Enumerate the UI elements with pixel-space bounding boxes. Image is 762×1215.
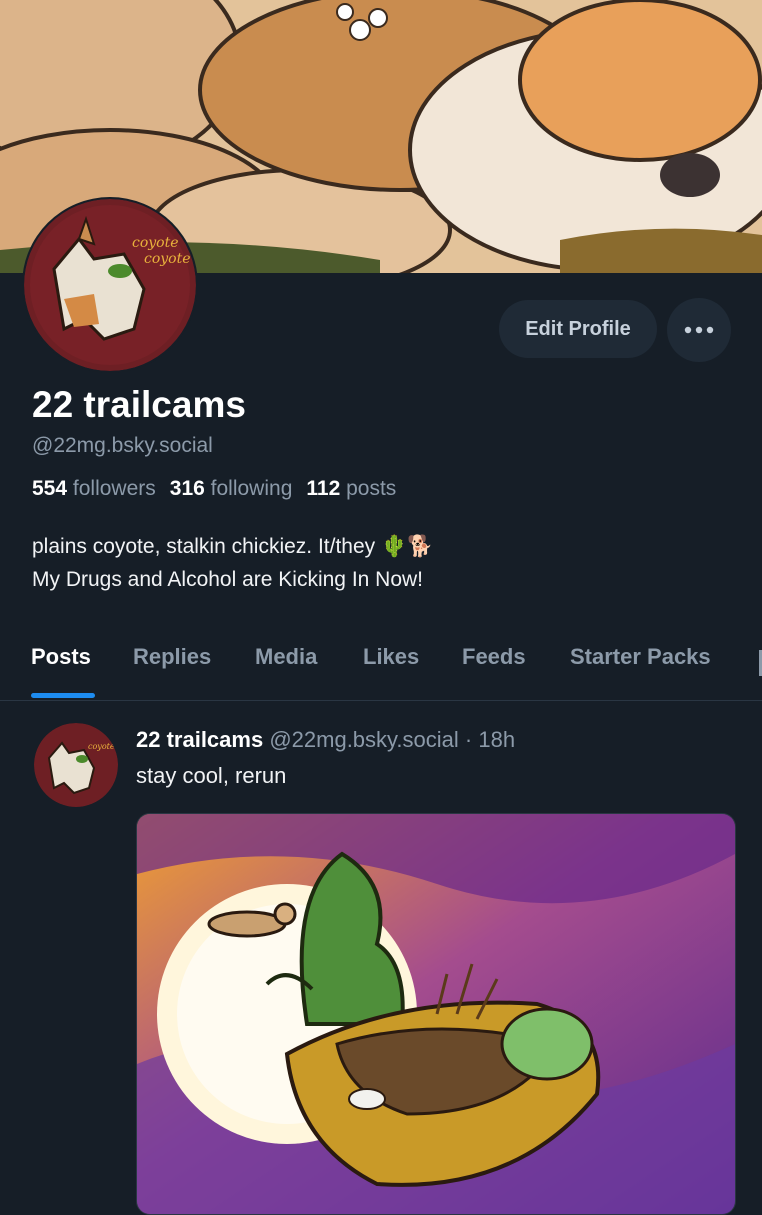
post-text: stay cool, rerun [136,763,287,788]
post-header: 22 trailcams @22mg.bsky.social · 18h [136,727,515,753]
more-options-button[interactable] [667,298,731,362]
post-separator: · [464,727,473,752]
post-author-name[interactable]: 22 trailcams [136,727,263,752]
avatar-lettering: coyote [132,235,179,251]
following-count: 316 [169,477,205,500]
bio-line-2: My Drugs and Alcohol are Kicking In Now! [32,568,424,591]
active-tab-indicator [31,693,95,698]
profile-tabs: Posts Replies Media Likes Feeds Starter … [0,630,762,701]
svg-text:coyote: coyote [144,251,191,267]
ellipsis-icon [684,326,714,334]
profile-stats: 554 followers 316 following 112 posts [32,477,396,501]
followers-count: 554 [32,477,68,500]
tab-likes[interactable]: Likes [363,644,419,670]
posts-stat: 112 posts [306,477,396,500]
tab-posts[interactable]: Posts [31,644,91,670]
edit-profile-button[interactable]: Edit Profile [499,300,657,358]
posts-count: 112 [306,477,341,500]
profile-handle: @22mg.bsky.social [32,434,213,457]
posts-label: posts [346,477,397,500]
post-image[interactable] [136,813,736,1215]
following-link[interactable]: 316 following [170,477,293,500]
post-author-avatar[interactable]: coyote [34,723,118,807]
profile-avatar[interactable]: coyote coyote [22,197,198,373]
display-name: 22 trailcams [32,384,246,425]
followers-label: followers [72,477,156,500]
followers-link[interactable]: 554 followers [32,477,156,500]
following-label: following [210,477,293,500]
bio-line-1: plains coyote, stalkin chickiez. It/they… [32,535,434,558]
tab-replies[interactable]: Replies [133,644,211,670]
post-timestamp[interactable]: 18h [478,727,515,752]
tab-starter-packs[interactable]: Starter Packs [570,644,711,670]
tab-media[interactable]: Media [255,644,317,670]
profile-bio: plains coyote, stalkin chickiez. It/they… [32,530,433,596]
svg-text:coyote: coyote [88,742,115,751]
tab-feeds[interactable]: Feeds [462,644,526,670]
post-author-handle[interactable]: @22mg.bsky.social [269,727,458,752]
edit-profile-label: Edit Profile [525,317,631,340]
